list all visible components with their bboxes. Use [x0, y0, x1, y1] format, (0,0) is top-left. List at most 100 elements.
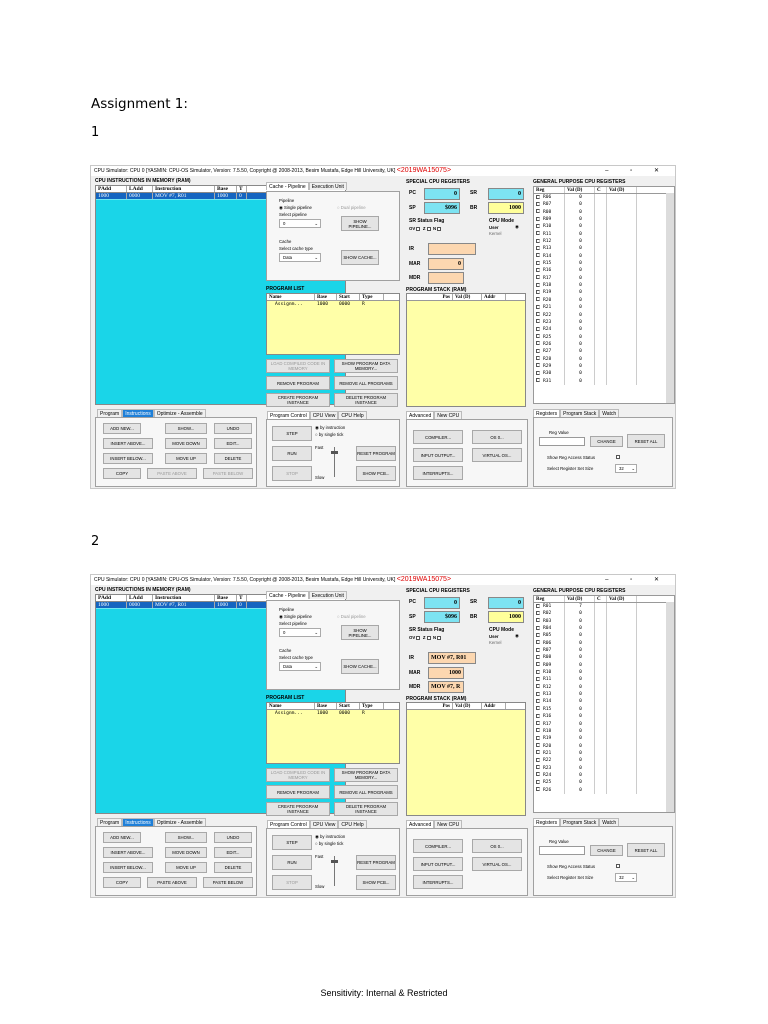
sp-field[interactable]: $096	[424, 611, 460, 623]
register-checkbox[interactable]	[536, 765, 540, 770]
register-row[interactable]: R09 0	[534, 661, 674, 670]
register-row[interactable]: R05 0	[534, 632, 674, 640]
by-tick-radio[interactable]: ○ by single tick	[315, 841, 343, 846]
register-row[interactable]: R17 0	[534, 720, 674, 728]
register-checkbox[interactable]	[536, 625, 540, 630]
step-button[interactable]: STEP	[272, 426, 312, 441]
register-checkbox[interactable]	[536, 334, 540, 339]
register-checkbox[interactable]	[536, 378, 540, 383]
register-checkbox[interactable]	[536, 216, 540, 221]
register-checkbox[interactable]	[536, 706, 540, 711]
register-row[interactable]: R18 0	[534, 727, 674, 736]
register-row[interactable]: R09 0	[534, 216, 674, 224]
register-row[interactable]: R20 0	[534, 742, 674, 750]
register-row[interactable]: R03 0	[534, 617, 674, 626]
br-field[interactable]: 1000	[488, 202, 524, 214]
register-row[interactable]: R10 0	[534, 223, 674, 231]
insert-above-button[interactable]: INSERT ABOVE...	[103, 438, 153, 449]
register-checkbox[interactable]	[536, 750, 540, 755]
register-checkbox[interactable]	[536, 698, 540, 703]
register-row[interactable]: R10 0	[534, 669, 674, 677]
register-checkbox[interactable]	[536, 779, 540, 784]
register-checkbox[interactable]	[536, 618, 540, 623]
register-row[interactable]: R06 0	[534, 194, 674, 202]
register-checkbox[interactable]	[536, 684, 540, 689]
register-row[interactable]: R26 0	[534, 340, 674, 349]
add-new-button[interactable]: ADD NEW...	[103, 832, 141, 843]
register-row[interactable]: R08 0	[534, 208, 674, 217]
register-checkbox[interactable]	[536, 245, 540, 250]
gp-registers-scrollbar[interactable]	[666, 193, 674, 403]
register-checkbox[interactable]	[536, 654, 540, 659]
show-pipeline-button[interactable]: SHOW PIPELINE...	[341, 216, 379, 231]
tab-cpu-help[interactable]: CPU Help	[338, 411, 367, 419]
tab-advanced[interactable]: Advanced	[406, 411, 435, 419]
insert-below-button[interactable]: INSERT BELOW...	[103, 862, 153, 873]
register-row[interactable]: R26 0	[534, 786, 674, 794]
load-compiled-button[interactable]: LOAD COMPILED CODE IN MEMORY	[266, 359, 330, 373]
paste-below-button[interactable]: PASTE BELOW	[203, 468, 253, 479]
dual-pipeline-radio[interactable]: ○ Dual pipeline	[337, 614, 366, 619]
ir-field[interactable]	[428, 243, 476, 255]
tab-program[interactable]: Program	[97, 409, 123, 417]
gp-registers-table[interactable]: Reg Val (D) C Val (D) R01 7 R02 0 R03 0 R04 0 R0…	[533, 595, 675, 813]
program-row[interactable]: Assignm... 1000 0000 R	[267, 301, 399, 308]
user-mode-radio[interactable]: ◉	[515, 224, 519, 230]
register-checkbox[interactable]	[536, 253, 540, 258]
n-checkbox[interactable]	[437, 635, 442, 640]
z-checkbox[interactable]	[426, 635, 431, 640]
reset-program-button[interactable]: RESET PROGRAM	[356, 855, 396, 870]
program-stack-table[interactable]: Pos Val (D) Addr	[406, 293, 526, 407]
stop-button[interactable]: STOP	[272, 875, 312, 890]
register-checkbox[interactable]	[536, 603, 540, 608]
register-checkbox[interactable]	[536, 743, 540, 748]
register-row[interactable]: R04 0	[534, 625, 674, 633]
copy-button[interactable]: COPY	[103, 468, 141, 479]
tab-instructions[interactable]: Instructions	[122, 818, 154, 826]
register-row[interactable]: R23 0	[534, 764, 674, 772]
reset-program-button[interactable]: RESET PROGRAM	[356, 446, 396, 461]
register-checkbox[interactable]	[536, 757, 540, 762]
ir-field[interactable]: MOV #7, R01	[428, 652, 476, 664]
show-access-checkbox[interactable]	[616, 454, 620, 460]
tab-cache-pipeline[interactable]: Cache - Pipeline	[266, 182, 309, 190]
register-row[interactable]: R14 0	[534, 698, 674, 706]
register-checkbox[interactable]	[536, 194, 540, 199]
register-checkbox[interactable]	[536, 275, 540, 280]
virtual-os-button[interactable]: VIRTUAL OS...	[472, 448, 522, 462]
create-instance-button[interactable]: CREATE PROGRAM INSTANCE	[266, 802, 330, 816]
register-checkbox[interactable]	[536, 341, 540, 346]
undo-button[interactable]: UNDO	[214, 832, 252, 843]
register-row[interactable]: R16 0	[534, 713, 674, 721]
register-row[interactable]: R21 0	[534, 749, 674, 758]
register-checkbox[interactable]	[536, 787, 540, 792]
tab-cpu-help[interactable]: CPU Help	[338, 820, 367, 828]
register-row[interactable]: R29 0	[534, 362, 674, 371]
reset-all-button[interactable]: RESET ALL	[627, 843, 665, 857]
paste-above-button[interactable]: PASTE ABOVE	[147, 877, 197, 888]
tab-watch[interactable]: Watch	[599, 818, 620, 826]
mar-field[interactable]: 1000	[428, 667, 464, 679]
register-checkbox[interactable]	[536, 223, 540, 228]
program-stack-table[interactable]: Pos Val (D) Addr	[406, 702, 526, 816]
delete-button[interactable]: DELETE	[214, 862, 252, 873]
copy-button[interactable]: COPY	[103, 877, 141, 888]
delete-button[interactable]: DELETE	[214, 453, 252, 464]
register-checkbox[interactable]	[536, 610, 540, 615]
by-instruction-radio[interactable]: ◉ by instruction	[315, 834, 345, 840]
register-row[interactable]: R31 0	[534, 377, 674, 385]
show-program-memory-button[interactable]: SHOW PROGRAM DATA MEMORY...	[334, 359, 398, 373]
register-checkbox[interactable]	[536, 326, 540, 331]
n-checkbox[interactable]	[437, 226, 442, 231]
register-row[interactable]: R23 0	[534, 318, 674, 327]
show-cache-button[interactable]: SHOW CACHE...	[341, 250, 379, 265]
register-checkbox[interactable]	[536, 297, 540, 302]
register-checkbox[interactable]	[536, 267, 540, 272]
insert-below-button[interactable]: INSERT BELOW...	[103, 453, 153, 464]
load-compiled-button[interactable]: LOAD COMPILED CODE IN MEMORY	[266, 768, 330, 782]
register-row[interactable]: R15 0	[534, 705, 674, 714]
register-checkbox[interactable]	[536, 209, 540, 214]
br-field[interactable]: 1000	[488, 611, 524, 623]
show-button[interactable]: SHOW...	[165, 423, 207, 434]
register-checkbox[interactable]	[536, 260, 540, 265]
